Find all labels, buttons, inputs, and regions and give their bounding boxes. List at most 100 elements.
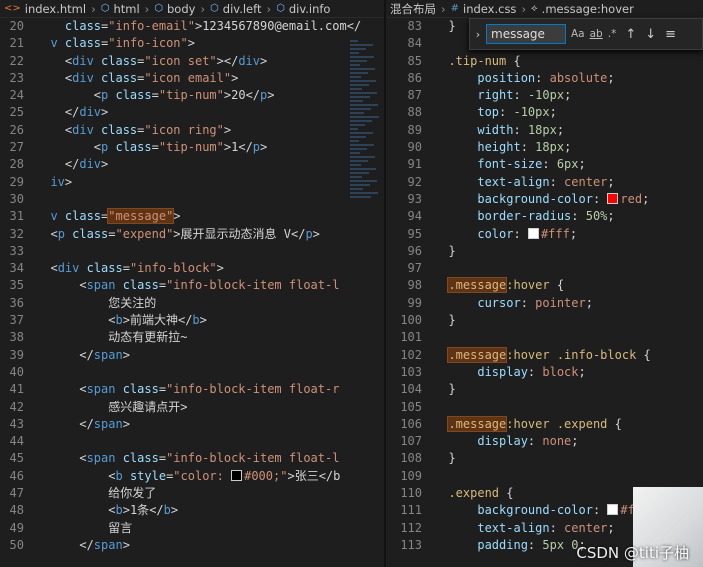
whole-word-button[interactable]: ab	[590, 28, 603, 40]
line-number: 39	[9, 347, 24, 362]
code-line[interactable]: 48 <b>1条</b>	[0, 502, 384, 519]
crumb-0[interactable]: index.html	[25, 2, 86, 16]
color-swatch[interactable]	[607, 504, 619, 516]
code-line[interactable]: 43 </span>	[0, 416, 384, 433]
code-line[interactable]: 109	[386, 468, 703, 485]
code-token: span	[86, 451, 123, 466]
code-line[interactable]: 32 <p class="expend">展开显示动态消息 V</p>	[0, 226, 384, 243]
code-line[interactable]: 87 right: -10px;	[386, 87, 703, 104]
code-line[interactable]: 31 v class="message">	[0, 208, 384, 225]
code-line[interactable]: 29 iv>	[0, 174, 384, 191]
code-line[interactable]: 91 font-size: 6px;	[386, 156, 703, 173]
code-token: }	[434, 19, 456, 33]
line-number: 87	[407, 88, 422, 103]
code-line[interactable]: 50 </span>	[0, 537, 384, 554]
code-line[interactable]: 95 color: #fff;	[386, 226, 703, 243]
code-line[interactable]: 34 <div class="info-block">	[0, 260, 384, 277]
next-match-arrow-icon[interactable]: ↓	[645, 27, 656, 42]
code-line[interactable]: 38 动态有更新拉~	[0, 329, 384, 346]
code-line[interactable]: 35 <span class="info-block-item float-l	[0, 277, 384, 294]
tag-icon: ⬡	[100, 3, 110, 14]
color-swatch[interactable]	[527, 227, 539, 239]
code-line[interactable]: 93 background-color: red;	[386, 191, 703, 208]
code-line[interactable]: 102 .message:hover .info-block {	[386, 346, 703, 364]
code-token: class	[64, 209, 102, 224]
code-token: <	[36, 140, 102, 155]
code-token: >	[122, 347, 130, 362]
code-line[interactable]: 100 }	[386, 312, 703, 329]
line-number: 35	[9, 278, 24, 293]
minimap-line	[350, 48, 366, 50]
code-line[interactable]: 22 <div class="icon set"></div>	[0, 53, 384, 70]
code-line[interactable]: 26 <div class="icon ring">	[0, 122, 384, 139]
code-line[interactable]: 30	[0, 191, 384, 208]
code-line[interactable]: 92 text-align: center;	[386, 174, 703, 191]
code-line[interactable]: 107 display: none;	[386, 433, 703, 450]
code-line[interactable]: 94 border-radius: 50%;	[386, 208, 703, 225]
code-line[interactable]: 108 }	[386, 450, 703, 467]
code-line[interactable]: 86 position: absolute;	[386, 70, 703, 87]
find-input[interactable]	[486, 24, 566, 44]
code-line[interactable]: 98 .message:hover {	[386, 277, 703, 294]
code-token: 感兴趣请点开>	[36, 399, 188, 414]
code-line[interactable]: 42 感兴趣请点开>	[0, 399, 384, 416]
code-line[interactable]: 39 </span>	[0, 347, 384, 364]
code-line[interactable]: 37 <b>前端大神</b>	[0, 312, 384, 329]
crumb-0[interactable]: 混合布局	[390, 1, 436, 17]
code-token: >	[170, 503, 179, 518]
code-line[interactable]: 89 width: 18px;	[386, 122, 703, 139]
color-swatch[interactable]	[607, 192, 619, 204]
code-line[interactable]: 97	[386, 260, 703, 277]
code-line[interactable]: 99 cursor: pointer;	[386, 295, 703, 312]
code-token: <	[36, 382, 87, 397]
code-token: 前端大神	[129, 313, 178, 328]
code-line[interactable]: 21 v class="info-icon">	[0, 35, 384, 52]
code-line[interactable]: 20 class="info-email">1234567890@email.c…	[0, 18, 384, 35]
code-line[interactable]: 33	[0, 243, 384, 260]
css-editor-pane[interactable]: 混合布局 › # index.css › ⟡ .message:hover 83…	[386, 0, 703, 567]
crumb-2[interactable]: body	[167, 2, 195, 16]
crumb-1[interactable]: index.css	[463, 2, 516, 16]
code-line[interactable]: 24 <p class="tip-num">20</p>	[0, 87, 384, 104]
code-line[interactable]: 40	[0, 364, 384, 381]
code-line[interactable]: 104 }	[386, 381, 703, 398]
code-line[interactable]: 28 </div>	[0, 156, 384, 173]
html-editor-pane[interactable]: <> index.html › ⬡ html › ⬡ body › ⬡ div.…	[0, 0, 384, 567]
code-line[interactable]: 105	[386, 399, 703, 416]
code-line[interactable]: 88 top: -10px;	[386, 104, 703, 121]
previous-match-arrow-icon[interactable]: ↑	[625, 27, 636, 42]
watermark: CSDN @titi子柚	[576, 544, 689, 562]
code-line[interactable]: 106 .message:hover .expend {	[386, 415, 703, 433]
toggle-replace-chevron-icon[interactable]: ›	[470, 28, 486, 41]
code-line[interactable]: 23 <div class="icon email">	[0, 70, 384, 87]
code-line[interactable]: 96 }	[386, 243, 703, 260]
crumb-2[interactable]: .message:hover	[542, 2, 634, 16]
code-line[interactable]: 47 给你发了	[0, 485, 384, 502]
code-line[interactable]: 25 </div>	[0, 104, 384, 121]
code-line[interactable]: 44	[0, 433, 384, 450]
color-swatch[interactable]	[231, 469, 243, 481]
code-line[interactable]: 85 .tip-num {	[386, 53, 703, 70]
match-case-button[interactable]: Aa	[571, 28, 585, 40]
code-line[interactable]: 46 <b style="color: #000;">张三</b	[0, 468, 384, 485]
code-line[interactable]: 41 <span class="info-block-item float-r	[0, 381, 384, 398]
crumb-4[interactable]: div.info	[289, 2, 331, 16]
code-line[interactable]: 103 display: block;	[386, 364, 703, 381]
line-number: 96	[407, 243, 422, 258]
code-line[interactable]: 45 <span class="info-block-item float-l	[0, 450, 384, 467]
code-token: :	[499, 105, 514, 120]
code-line[interactable]: 49 留言	[0, 520, 384, 537]
code-line[interactable]: 27 <p class="tip-num">1</p>	[0, 139, 384, 156]
code-line[interactable]: 90 height: 18px;	[386, 139, 703, 156]
css-code-area[interactable]: 83 } 84 85 .tip-num {86 position: absolute…	[386, 18, 703, 567]
code-token: class	[122, 382, 159, 397]
code-line[interactable]: 36 您关注的	[0, 295, 384, 312]
crumb-3[interactable]: div.left	[223, 2, 262, 16]
minimap[interactable]	[350, 40, 382, 260]
code-line[interactable]: 101	[386, 329, 703, 346]
find-menu-lines-icon[interactable]: ≡	[665, 27, 676, 42]
crumb-1[interactable]: html	[113, 2, 139, 16]
regex-button[interactable]: .*	[608, 28, 617, 40]
html-code-area[interactable]: 20 class="info-email">1234567890@email.c…	[0, 18, 384, 567]
